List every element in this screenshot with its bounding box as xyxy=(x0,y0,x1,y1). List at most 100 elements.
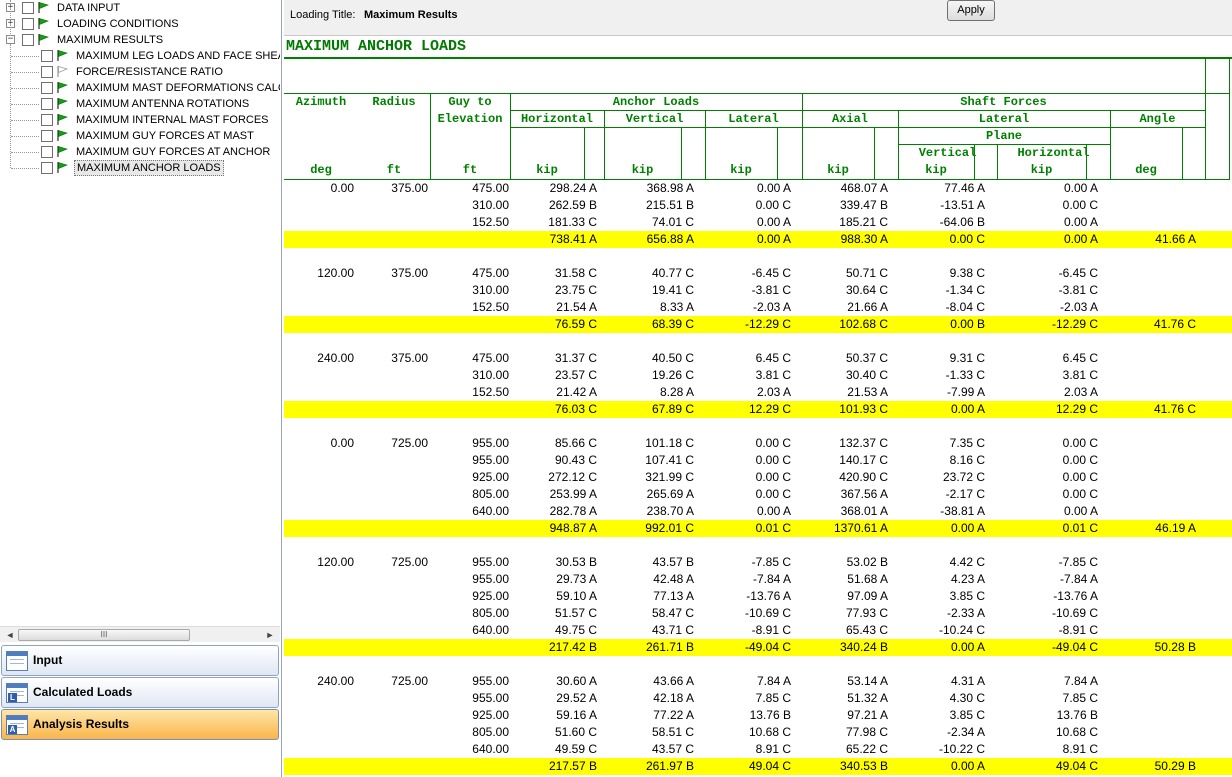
cell-plane-vertical: -1.34 C xyxy=(945,283,985,297)
cell-horizontal: 272.12 C xyxy=(548,470,597,484)
nav-calculated-loads-button[interactable]: L Calculated Loads xyxy=(1,677,279,708)
cell-axial: 97.09 A xyxy=(847,589,888,603)
cell-elevation: 925.00 xyxy=(472,708,509,722)
cell-horizontal: 51.57 C xyxy=(554,606,597,620)
tree-item-maximum-guy-forces-at-mast[interactable]: MAXIMUM GUY FORCES AT MAST xyxy=(0,128,280,144)
tree-connector xyxy=(11,88,39,89)
tree-item-maximum-antenna-rotations[interactable]: MAXIMUM ANTENNA ROTATIONS xyxy=(0,96,280,112)
scroll-right-arrow-icon[interactable]: ► xyxy=(262,627,278,643)
total-cell-plane-vertical: 0.00 B xyxy=(950,317,985,331)
tree-item-label: MAXIMUM RESULTS xyxy=(57,34,164,46)
tree-item-maximum-mast-deformations-calcul[interactable]: MAXIMUM MAST DEFORMATIONS CALCUL xyxy=(0,80,280,96)
tree-item-loading-conditions[interactable]: + LOADING CONDITIONS xyxy=(0,16,280,32)
cell-plane-vertical: -13.51 A xyxy=(940,198,985,212)
tree-item-maximum-guy-forces-at-anchor[interactable]: MAXIMUM GUY FORCES AT ANCHOR xyxy=(0,144,280,160)
green-flag-icon xyxy=(37,33,49,46)
outline-flag-icon xyxy=(56,65,69,78)
tree-item-maximum-internal-mast-forces[interactable]: MAXIMUM INTERNAL MAST FORCES xyxy=(0,112,280,128)
cell-angle xyxy=(1101,554,1196,571)
cell-angle xyxy=(1101,452,1196,469)
cell-lateral: -13.76 A xyxy=(746,589,791,603)
tree-item-maximum-results[interactable]: − MAXIMUM RESULTS xyxy=(0,32,280,48)
checkbox[interactable] xyxy=(41,162,53,174)
tree-item-data-input[interactable]: + DATA INPUT xyxy=(0,0,280,16)
cell-elevation: 475.00 xyxy=(472,181,509,195)
cell-vertical: 8.28 A xyxy=(659,385,694,399)
cell-axial: 339.47 B xyxy=(839,198,888,212)
unit-angle: deg xyxy=(1135,163,1157,177)
checkbox[interactable] xyxy=(41,130,53,142)
tree-horizontal-scrollbar[interactable]: ◄ III ► xyxy=(0,626,280,642)
nav-calculated-loads-label: Calculated Loads xyxy=(33,685,133,699)
cell-elevation: 475.00 xyxy=(472,266,509,280)
unit-plane-vertical: kip xyxy=(925,163,947,177)
total-cell-horizontal: 76.03 C xyxy=(554,402,597,416)
nav-analysis-results-button[interactable]: A Analysis Results xyxy=(1,709,279,740)
cell-plane-horizontal: 2.03 A xyxy=(1063,385,1098,399)
cell-lateral: 7.85 C xyxy=(755,691,791,705)
cell-plane-vertical: 9.31 C xyxy=(949,351,985,365)
tree-item-label: MAXIMUM GUY FORCES AT MAST xyxy=(76,130,254,142)
cell-plane-vertical: 4.30 C xyxy=(949,691,985,705)
nav-input-button[interactable]: Input xyxy=(1,645,279,676)
total-cell-lateral: 0.01 C xyxy=(755,521,791,535)
cell-vertical: 58.51 C xyxy=(651,725,694,739)
total-cell-lateral: -49.04 C xyxy=(744,640,791,654)
cell-horizontal: 282.78 A xyxy=(549,504,597,518)
tree-item-force-resistance-ratio[interactable]: FORCE/RESISTANCE RATIO xyxy=(0,64,280,80)
grid-line xyxy=(1205,59,1206,179)
cell-horizontal: 298.24 A xyxy=(549,181,597,195)
checkbox[interactable] xyxy=(22,18,34,30)
checkbox[interactable] xyxy=(22,2,34,14)
tree-item-maximum-leg-loads-and-face-shear[interactable]: MAXIMUM LEG LOADS AND FACE SHEAR xyxy=(0,48,280,64)
cell-lateral: 0.00 A xyxy=(756,504,791,518)
tree-connector xyxy=(11,72,39,73)
apply-button[interactable]: Apply xyxy=(947,0,995,21)
cell-horizontal: 31.37 C xyxy=(554,351,597,365)
results-tree: + DATA INPUT + LOADING CONDITIONS − MAXIMUM R… xyxy=(0,0,280,626)
checkbox[interactable] xyxy=(41,82,53,94)
cell-axial: 368.01 A xyxy=(840,504,888,518)
checkbox[interactable] xyxy=(41,146,53,158)
cell-plane-horizontal: -13.76 A xyxy=(1053,589,1098,603)
checkbox[interactable] xyxy=(41,98,53,110)
cell-plane-vertical: -8.04 C xyxy=(945,300,985,314)
grid-line xyxy=(584,128,585,179)
cell-angle xyxy=(1101,690,1196,707)
checkbox[interactable] xyxy=(41,50,53,62)
cell-horizontal: 29.52 A xyxy=(556,691,597,705)
total-cell-axial: 340.53 B xyxy=(839,759,888,773)
cell-axial: 30.64 C xyxy=(845,283,888,297)
cell-angle xyxy=(1101,435,1196,452)
cell-angle xyxy=(1101,367,1196,384)
cell-vertical: 74.01 C xyxy=(651,215,694,229)
total-cell-axial: 340.24 B xyxy=(839,640,888,654)
cell-axial: 65.43 C xyxy=(845,623,888,637)
cell-angle xyxy=(1101,299,1196,316)
scroll-thumb[interactable]: III xyxy=(18,629,190,641)
checkbox[interactable] xyxy=(41,66,53,78)
navigation-panel: + DATA INPUT + LOADING CONDITIONS − MAXIMUM R… xyxy=(0,0,282,777)
nav-analysis-results-label: Analysis Results xyxy=(33,717,130,731)
cell-vertical: 40.77 C xyxy=(651,266,694,280)
cell-elevation: 955.00 xyxy=(472,436,509,450)
scroll-left-arrow-icon[interactable]: ◄ xyxy=(2,627,18,643)
cell-plane-vertical: 4.31 A xyxy=(950,674,985,688)
cell-axial: 50.37 C xyxy=(845,351,888,365)
cell-horizontal: 30.53 B xyxy=(555,555,597,569)
header-plane: Plane xyxy=(985,129,1022,143)
checkbox[interactable] xyxy=(22,34,34,46)
cell-vertical: 19.26 C xyxy=(651,368,694,382)
tree-item-label: MAXIMUM ANTENNA ROTATIONS xyxy=(76,98,250,110)
total-cell-angle: 50.29 B xyxy=(1154,759,1196,773)
cell-plane-vertical: 7.35 C xyxy=(949,436,985,450)
header-shaft-forces: Shaft Forces xyxy=(960,95,1047,109)
cell-lateral: -6.45 C xyxy=(751,266,791,280)
cell-plane-horizontal: 7.85 C xyxy=(1062,691,1098,705)
checkbox[interactable] xyxy=(41,114,53,126)
cell-plane-vertical: 4.42 C xyxy=(949,555,985,569)
tree-item-maximum-anchor-loads[interactable]: MAXIMUM ANCHOR LOADS xyxy=(0,160,280,176)
total-cell-elevation xyxy=(414,401,509,418)
tree-expander-icon[interactable]: − xyxy=(6,35,15,44)
cell-horizontal: 31.58 C xyxy=(554,266,597,280)
